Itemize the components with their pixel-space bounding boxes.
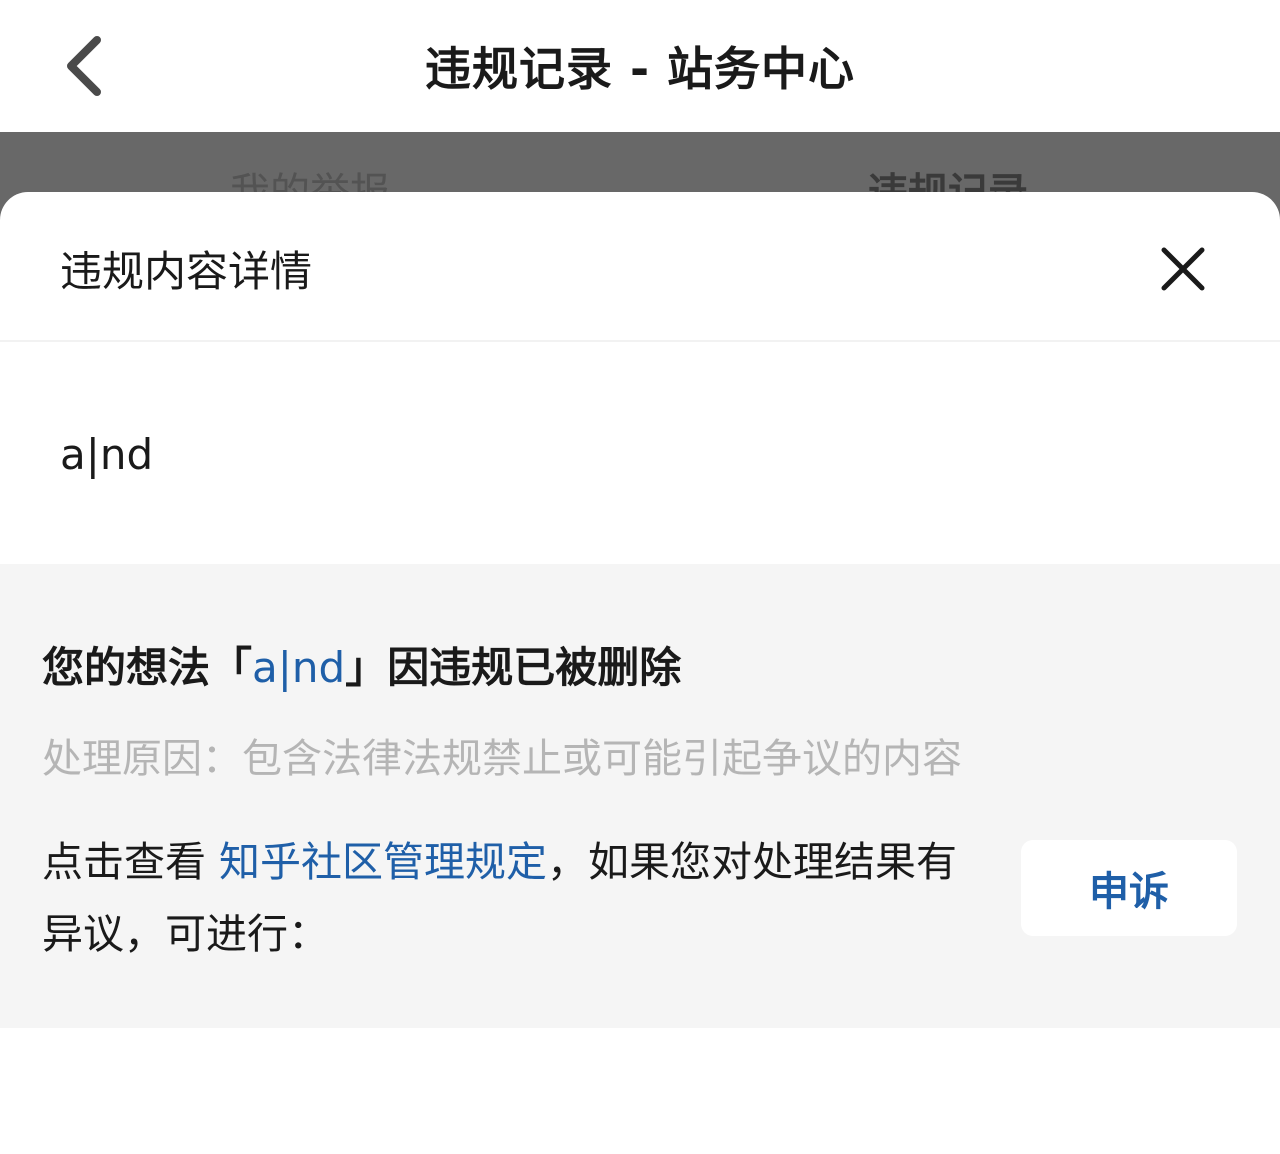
community-rules-link[interactable]: 知乎社区管理规定 — [219, 838, 547, 886]
page: 违规记录 - 站务中心 我的举报 违规记录 违规内容详情 a|nd 您的想法「a… — [0, 0, 1280, 1154]
violating-content: a|nd — [60, 430, 154, 479]
appeal-button[interactable]: 申诉 — [1021, 840, 1237, 936]
back-button[interactable] — [48, 28, 118, 104]
close-button[interactable] — [1150, 236, 1216, 302]
close-icon — [1161, 247, 1205, 291]
handling-reason: 处理原因：包含法律法规禁止或可能引起争议的内容 — [42, 736, 962, 782]
violation-detail-sheet: 违规内容详情 a|nd 您的想法「a|nd」因违规已被删除 处理原因：包含法律法… — [0, 192, 1280, 1154]
appeal-notice: 点击查看 知乎社区管理规定，如果您对处理结果有异议，可进行： — [42, 826, 982, 970]
heading-prefix: 您的想法「 — [42, 643, 253, 692]
heading-suffix: 」因违规已被删除 — [345, 643, 682, 692]
deletion-heading: 您的想法「a|nd」因违规已被删除 — [42, 634, 681, 695]
notice-prefix: 点击查看 — [42, 838, 220, 886]
sheet-header: 违规内容详情 — [0, 192, 1280, 342]
sheet-title: 违规内容详情 — [60, 247, 313, 296]
top-nav-bar: 违规记录 - 站务中心 — [0, 0, 1280, 132]
chevron-left-icon — [67, 36, 101, 96]
violation-info-panel: 您的想法「a|nd」因违规已被删除 处理原因：包含法律法规禁止或可能引起争议的内… — [0, 564, 1280, 1028]
heading-highlight: a|nd — [252, 643, 346, 692]
page-title: 违规记录 - 站务中心 — [424, 42, 856, 96]
